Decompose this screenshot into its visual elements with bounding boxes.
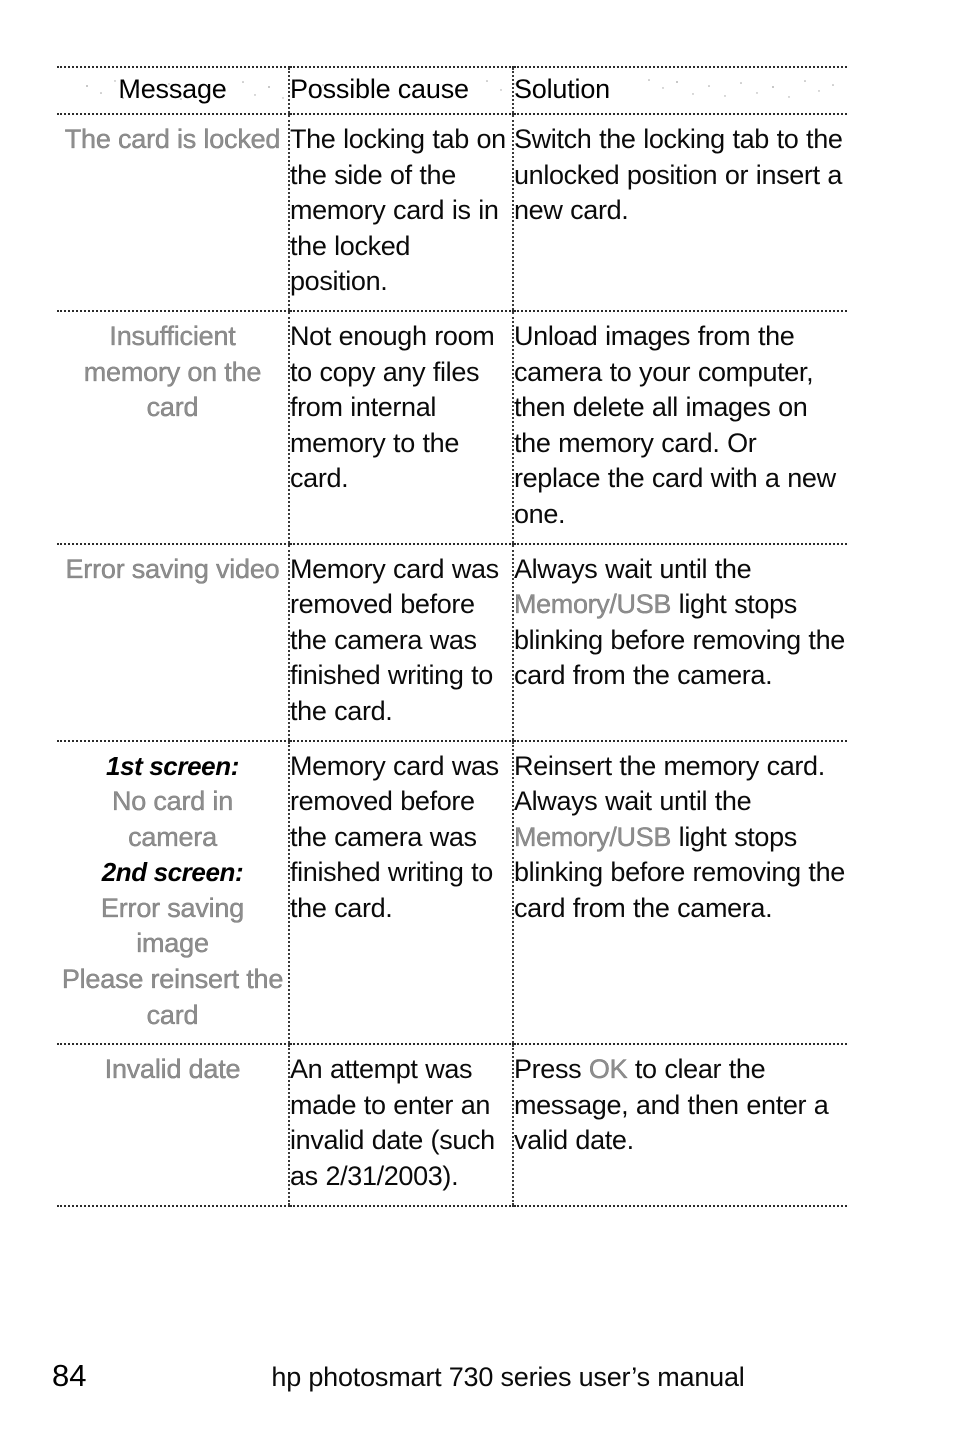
camera-screen-text: The card is locked — [64, 124, 281, 154]
table-header-row: Message Possible cause Solution — [57, 66, 847, 115]
possible-cause-text: An attempt was made to enter an invalid … — [290, 1054, 495, 1192]
solution-text: Switch the locking tab to the unlocked p… — [514, 122, 847, 229]
camera-screen-text: image — [136, 928, 209, 959]
table-row: Error saving video Memory card was remove… — [57, 543, 847, 742]
table-row: Insufficient memory on the card Not enough … — [57, 310, 847, 545]
cell-solution: Reinsert the memory card. Always wait un… — [512, 740, 847, 1046]
column-header-message: Message — [57, 66, 289, 115]
camera-screen-text: Insufficient — [109, 320, 236, 351]
cell-possible-cause: Memory card was removed before the camer… — [288, 543, 513, 742]
cell-message: 1st screen: No card in camera 2nd screen: Er… — [57, 740, 289, 1046]
solution-text-part: Reinsert the memory card. Always wait un… — [514, 750, 825, 817]
solution-text: Always wait until the Memory/USB light s… — [514, 552, 847, 694]
screen-sequence-label: 1st screen: — [106, 750, 239, 781]
camera-screen-text: Please reinsert the — [61, 964, 284, 995]
running-head: hp photosmart 730 series user’s manual — [271, 1362, 745, 1392]
document-page: Message Possible cause Solution The card… — [0, 0, 954, 1440]
camera-screen-term: Memory/USB — [514, 589, 672, 620]
cell-possible-cause: The locking tab on the side of the memor… — [288, 114, 513, 312]
solution-text: Unload images from the camera to your co… — [514, 319, 847, 533]
solution-text-part: Switch the locking tab to the unlocked p… — [514, 124, 843, 226]
message-lines: Invalid date — [57, 1052, 288, 1088]
cell-message: Invalid date — [57, 1044, 289, 1207]
message-lines: The card is locked — [57, 122, 288, 158]
cell-solution: Always wait until the Memory/USB light s… — [512, 543, 847, 742]
column-header-possible-cause: Possible cause — [288, 66, 513, 115]
error-message-table: Message Possible cause Solution The card… — [57, 66, 847, 1207]
solution-text: Press OK to clear the message, and then … — [514, 1052, 847, 1159]
error-message-table-wrapper: Message Possible cause Solution The card… — [57, 66, 847, 1207]
cell-solution: Unload images from the camera to your co… — [512, 310, 847, 545]
cell-solution: Switch the locking tab to the unlocked p… — [512, 114, 847, 312]
solution-text-part: Unload images from the camera to your co… — [514, 320, 836, 529]
possible-cause-text: Memory card was removed before the camer… — [290, 553, 499, 726]
cell-message: The card is locked — [57, 114, 289, 312]
solution-text-part: Press — [514, 1054, 589, 1085]
message-lines: 1st screen: No card in camera 2nd screen: Er… — [57, 749, 288, 1034]
message-lines: Insufficient memory on the card — [57, 319, 288, 426]
screen-sequence-label: 2nd screen: — [101, 857, 244, 888]
column-header-solution: Solution — [512, 66, 847, 115]
cell-message: Insufficient memory on the card — [57, 310, 289, 545]
table-row: The card is locked The locking tab on the… — [57, 114, 847, 312]
cell-solution: Press OK to clear the message, and then … — [512, 1044, 847, 1207]
message-lines: Error saving video — [57, 552, 288, 588]
camera-screen-term: OK — [588, 1054, 628, 1085]
camera-screen-term: Memory/USB — [514, 821, 672, 852]
camera-screen-text: Error saving video — [65, 553, 280, 584]
possible-cause-text: Memory card was removed before the camer… — [290, 750, 499, 923]
solution-text-part: Always wait until the — [514, 553, 752, 584]
camera-screen-text: card — [146, 999, 199, 1030]
page-footer: 84 hp photosmart 730 series user’s manua… — [0, 1356, 954, 1402]
cell-possible-cause: Not enough room to copy any files from i… — [288, 310, 513, 545]
table-row: 1st screen: No card in camera 2nd screen: Er… — [57, 740, 847, 1046]
possible-cause-text: The locking tab on the side of the memor… — [290, 124, 506, 297]
solution-text: Reinsert the memory card. Always wait un… — [514, 749, 847, 927]
camera-screen-text: No card in — [111, 786, 234, 817]
camera-screen-text: memory on the — [83, 356, 262, 387]
possible-cause-text: Not enough room to copy any files from i… — [290, 320, 495, 494]
camera-screen-text: camera — [128, 821, 217, 852]
table-body: The card is locked The locking tab on the… — [57, 114, 847, 1207]
cell-message: Error saving video — [57, 543, 289, 742]
table-row: Invalid date An attempt was made to enter… — [57, 1044, 847, 1207]
cell-possible-cause: An attempt was made to enter an invalid … — [288, 1044, 513, 1207]
camera-screen-text: card — [146, 392, 199, 423]
camera-screen-text: Invalid date — [104, 1054, 241, 1085]
cell-possible-cause: Memory card was removed before the camer… — [288, 740, 513, 1046]
camera-screen-text: Error saving — [100, 892, 245, 923]
